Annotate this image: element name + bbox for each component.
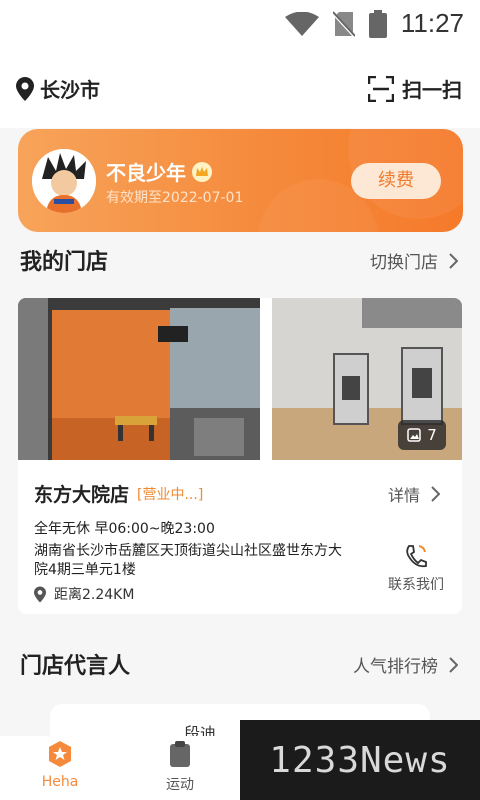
watermark-text: 1233News [269,739,451,781]
store-distance-text: 距离2.24KM [54,587,135,603]
switch-store-link[interactable]: 切换门店 [370,248,458,273]
store-detail-label: 详情 [387,486,420,505]
avatar[interactable] [32,149,96,213]
store-photo-equipment[interactable]: 7 [272,298,462,460]
store-status-badge: [营业中...] [137,486,204,503]
chevron-right-icon [431,486,440,502]
store-name-text: 东方大院店 [34,484,130,506]
contact-us-label: 联系我们 [388,577,444,593]
spokesperson-title: 门店代言人 [20,654,131,679]
photo-count-value: 7 [427,426,437,444]
location-pin-icon [16,76,34,101]
location-pin-icon [34,586,46,602]
member-name: 不良少年 [106,157,212,186]
member-name-text: 不良少年 [106,161,186,185]
store-hours: 全年无休 早06:00~晚23:00 [34,521,215,537]
chevron-right-icon [449,252,458,269]
store-detail-link[interactable]: 详情 [388,482,440,506]
spokesperson-header: 门店代言人 人气排行榜 [0,636,480,692]
chevron-right-icon [449,656,458,673]
store-photo-interior[interactable] [18,298,260,460]
tab-heha-label: Heha [41,774,79,790]
watermark-logo: 1233News [240,720,480,800]
status-bar: 11:27 [0,0,480,50]
phone-icon [406,545,427,568]
popularity-ranking-link[interactable]: 人气排行榜 [353,652,458,677]
scan-icon [368,75,394,102]
battery-icon [368,9,387,38]
tab-heha[interactable]: Heha [0,736,120,800]
scan-button[interactable]: 扫一扫 [368,74,462,103]
city-selector[interactable]: 长沙市 [16,74,100,103]
star-badge-icon [49,741,71,767]
contact-us-button[interactable]: 联系我们 [386,544,446,594]
photo-count-badge[interactable]: 7 [398,420,446,450]
avatar-image [32,149,96,213]
no-sim-icon [332,10,355,37]
store-card[interactable]: 7 东方大院店 [营业中...] 详情 全年无休 早06:00~晚23:00 湖… [18,298,462,614]
wifi-icon [284,11,319,36]
store-address: 湖南省长沙市岳麓区天顶街道尖山社区盛世东方大院4期三单元1楼 [34,543,342,578]
scan-label: 扫一扫 [402,78,462,102]
clipboard-icon [170,741,190,767]
city-label: 长沙市 [40,78,100,102]
switch-store-label: 切换门店 [370,253,438,273]
my-store-header: 我的门店 切换门店 [0,232,480,288]
store-name: 东方大院店 [营业中...] [34,480,203,507]
renew-button[interactable]: 续费 [351,163,441,199]
membership-card[interactable]: 不良少年 有效期至2022-07-01 续费 [18,129,463,232]
image-icon [407,428,421,442]
top-header: 长沙市 扫一扫 [0,50,480,128]
tab-sport[interactable]: 运动 [120,736,240,800]
store-distance: 距离2.24KM [34,584,134,604]
popularity-ranking-label: 人气排行榜 [353,657,438,677]
clock: 11:27 [400,8,464,38]
crown-icon [192,161,212,182]
expiry-date: 有效期至2022-07-01 [106,190,244,206]
my-store-title: 我的门店 [20,250,109,275]
tab-sport-label: 运动 [166,777,194,793]
